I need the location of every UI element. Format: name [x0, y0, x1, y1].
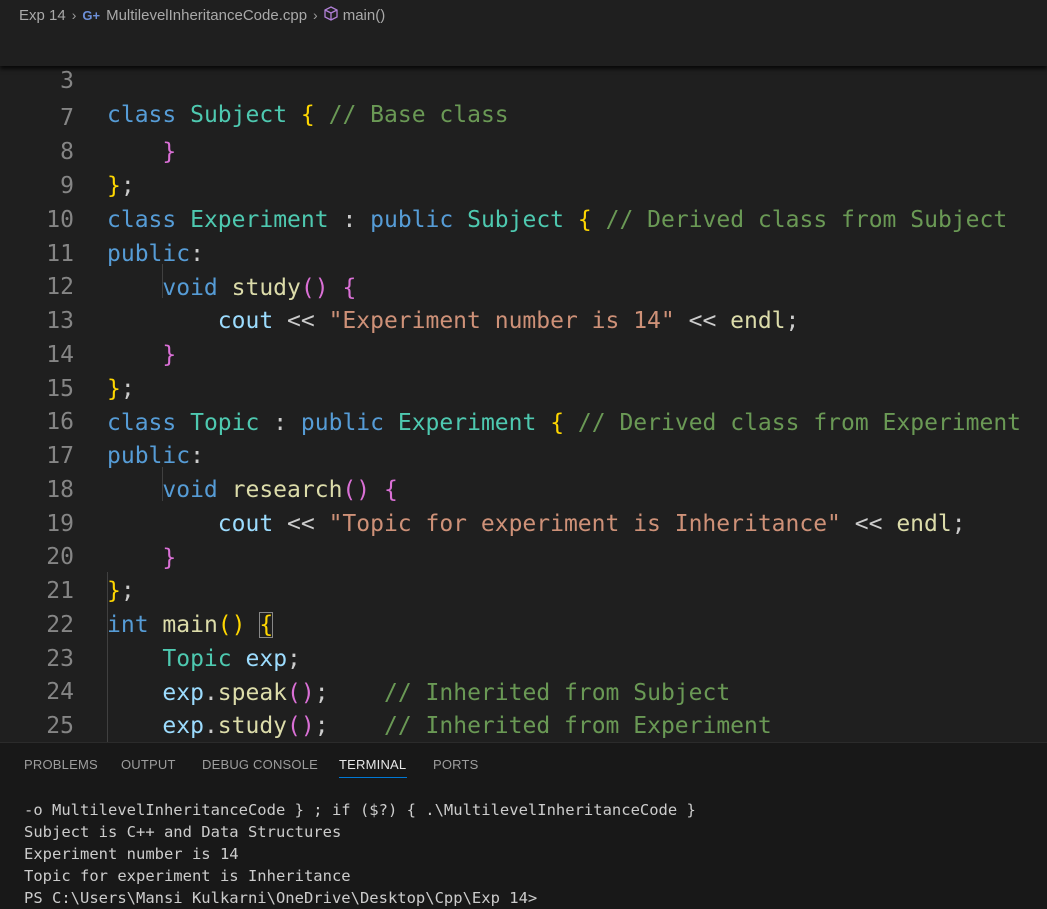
terminal-line: Topic for experiment is Inheritance [24, 867, 351, 885]
code-line: 7 } [0, 67, 1047, 165]
code-line: 16 public: [0, 371, 1047, 469]
code-text: class Subject { // Base class [107, 102, 509, 128]
code-line: 9 class Experiment : public Subject { //… [0, 135, 1047, 233]
line-number: 3 [60, 68, 74, 94]
code-line: 23 exp.speak(); // Inherited from Subjec… [0, 608, 1047, 706]
code-line: 22 Topic exp; [0, 574, 1047, 672]
bottom-panel: PROBLEMS OUTPUT DEBUG CONSOLE TERMINAL P… [0, 742, 1047, 909]
panel-tabs: PROBLEMS OUTPUT DEBUG CONSOLE TERMINAL P… [0, 743, 1047, 783]
tab-ports[interactable]: PORTS [433, 757, 479, 772]
code-line: 12 cout << "Experiment number is 14" << … [0, 236, 1047, 334]
code-line: 15 class Topic : public Experiment { // … [0, 338, 1047, 436]
tab-output[interactable]: OUTPUT [121, 757, 176, 772]
terminal-output[interactable]: -o MultilevelInheritanceCode } ; if ($?)… [24, 799, 696, 909]
method-cube-icon [324, 5, 338, 25]
code-line: 17 void research() { [0, 405, 1047, 503]
terminal-line: Experiment number is 14 [24, 845, 239, 863]
code-line: 13 } [0, 270, 1047, 368]
chevron-right-icon: › [313, 7, 318, 23]
code-line: 10 public: [0, 169, 1047, 267]
tab-terminal[interactable]: TERMINAL [339, 757, 406, 772]
active-tab-indicator [339, 777, 407, 778]
terminal-line: -o MultilevelInheritanceCode } ; if ($?)… [24, 801, 696, 819]
chevron-right-icon: › [71, 7, 77, 23]
terminal-line: Subject is C++ and Data Structures [24, 823, 342, 841]
cpp-file-icon: G+ [82, 7, 101, 23]
code-line: 25 exp.research(); // Method of Topic cl… [0, 675, 1047, 739]
terminal-prompt: PS C:\Users\Mansi Kulkarni\OneDrive\Desk… [24, 889, 538, 907]
code-line: 24 exp.study(); // Inherited from Experi… [0, 641, 1047, 739]
code-line: 20 }; [0, 506, 1047, 604]
code-line: 11 void study() { [0, 203, 1047, 301]
sticky-scroll-header[interactable]: 3 class Subject { // Base class [0, 30, 1047, 128]
breadcrumb-symbol[interactable]: main() [343, 7, 386, 24]
code-editor[interactable]: 3 class Subject { // Base class 7 } 8 };… [0, 30, 1047, 742]
breadcrumb: Exp 14 › G+ MultilevelInheritanceCode.cp… [0, 0, 1047, 30]
tab-debug-console[interactable]: DEBUG CONSOLE [202, 757, 318, 772]
tab-problems[interactable]: PROBLEMS [24, 757, 98, 772]
code-line: 3 class Subject { // Base class [0, 30, 1047, 128]
code-line: 19 } [0, 473, 1047, 571]
breadcrumb-file[interactable]: MultilevelInheritanceCode.cpp [106, 7, 307, 24]
code-line: 21 int main() { [0, 540, 1047, 638]
code-line: 18 cout << "Topic for experiment is Inhe… [0, 439, 1047, 537]
code-line: 26 return 0; [0, 709, 1047, 742]
code-line: 14 }; [0, 304, 1047, 402]
breadcrumb-folder[interactable]: Exp 14 [19, 7, 66, 24]
